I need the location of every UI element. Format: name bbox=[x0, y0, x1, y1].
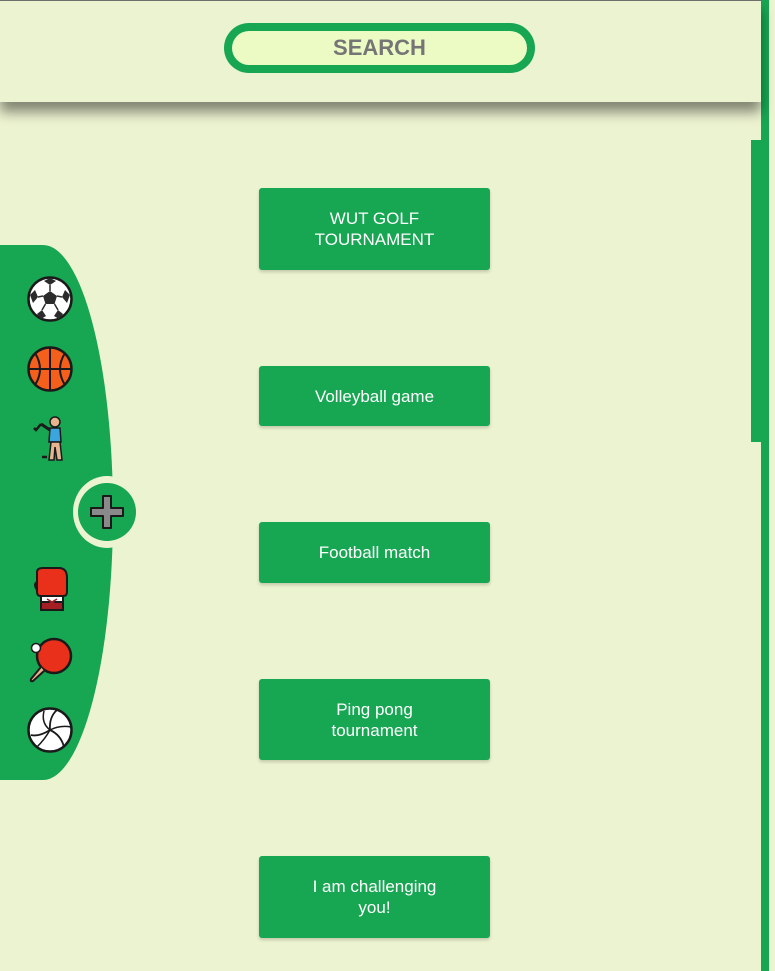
soccer-ball-icon[interactable] bbox=[26, 275, 74, 323]
event-card[interactable]: Volleyball game bbox=[259, 366, 490, 426]
plus-icon bbox=[90, 495, 124, 529]
volleyball-icon[interactable] bbox=[26, 706, 74, 754]
page-scrollbar[interactable] bbox=[761, 0, 775, 971]
search-bar bbox=[224, 23, 535, 73]
app-page: WUT GOLF TOURNAMENT Volleyball game Foot… bbox=[0, 0, 775, 971]
event-card[interactable]: WUT GOLF TOURNAMENT bbox=[259, 188, 490, 270]
search-input[interactable] bbox=[232, 31, 527, 65]
boxing-glove-icon[interactable] bbox=[26, 566, 74, 614]
events-scrollbar-thumb[interactable] bbox=[751, 140, 761, 442]
add-event-button[interactable] bbox=[73, 476, 141, 548]
event-card[interactable]: I am challenging you! bbox=[259, 856, 490, 938]
golfer-icon[interactable] bbox=[26, 415, 74, 463]
event-card[interactable]: Ping pong tournament bbox=[259, 679, 490, 760]
top-header bbox=[0, 0, 761, 102]
event-card[interactable]: Football match bbox=[259, 522, 490, 583]
basketball-icon[interactable] bbox=[26, 345, 74, 393]
add-event-button-circle bbox=[78, 483, 136, 541]
ping-pong-icon[interactable] bbox=[26, 636, 74, 684]
